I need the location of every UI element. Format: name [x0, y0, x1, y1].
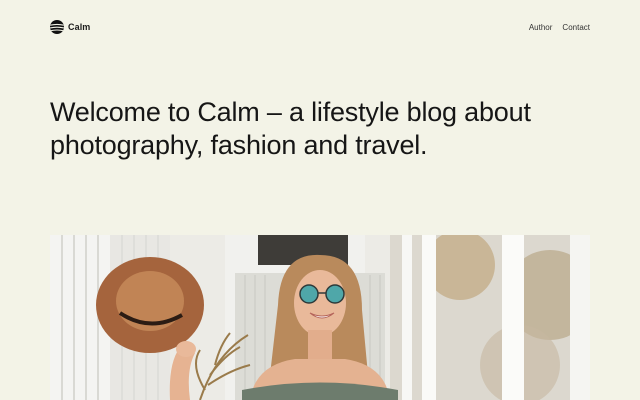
hero-photo-illustration [50, 235, 590, 400]
nav-item-author[interactable]: Author [529, 23, 553, 32]
hero-image [50, 235, 590, 400]
top-nav: Author Contact [529, 23, 590, 32]
logo-icon [50, 20, 64, 34]
hero-headline: Welcome to Calm – a lifestyle blog about… [50, 97, 531, 160]
nav-item-contact[interactable]: Contact [562, 23, 590, 32]
site-header: Calm Author Contact [50, 17, 590, 37]
brand-name: Calm [68, 22, 91, 32]
brand-home-link[interactable]: Calm [50, 20, 90, 34]
